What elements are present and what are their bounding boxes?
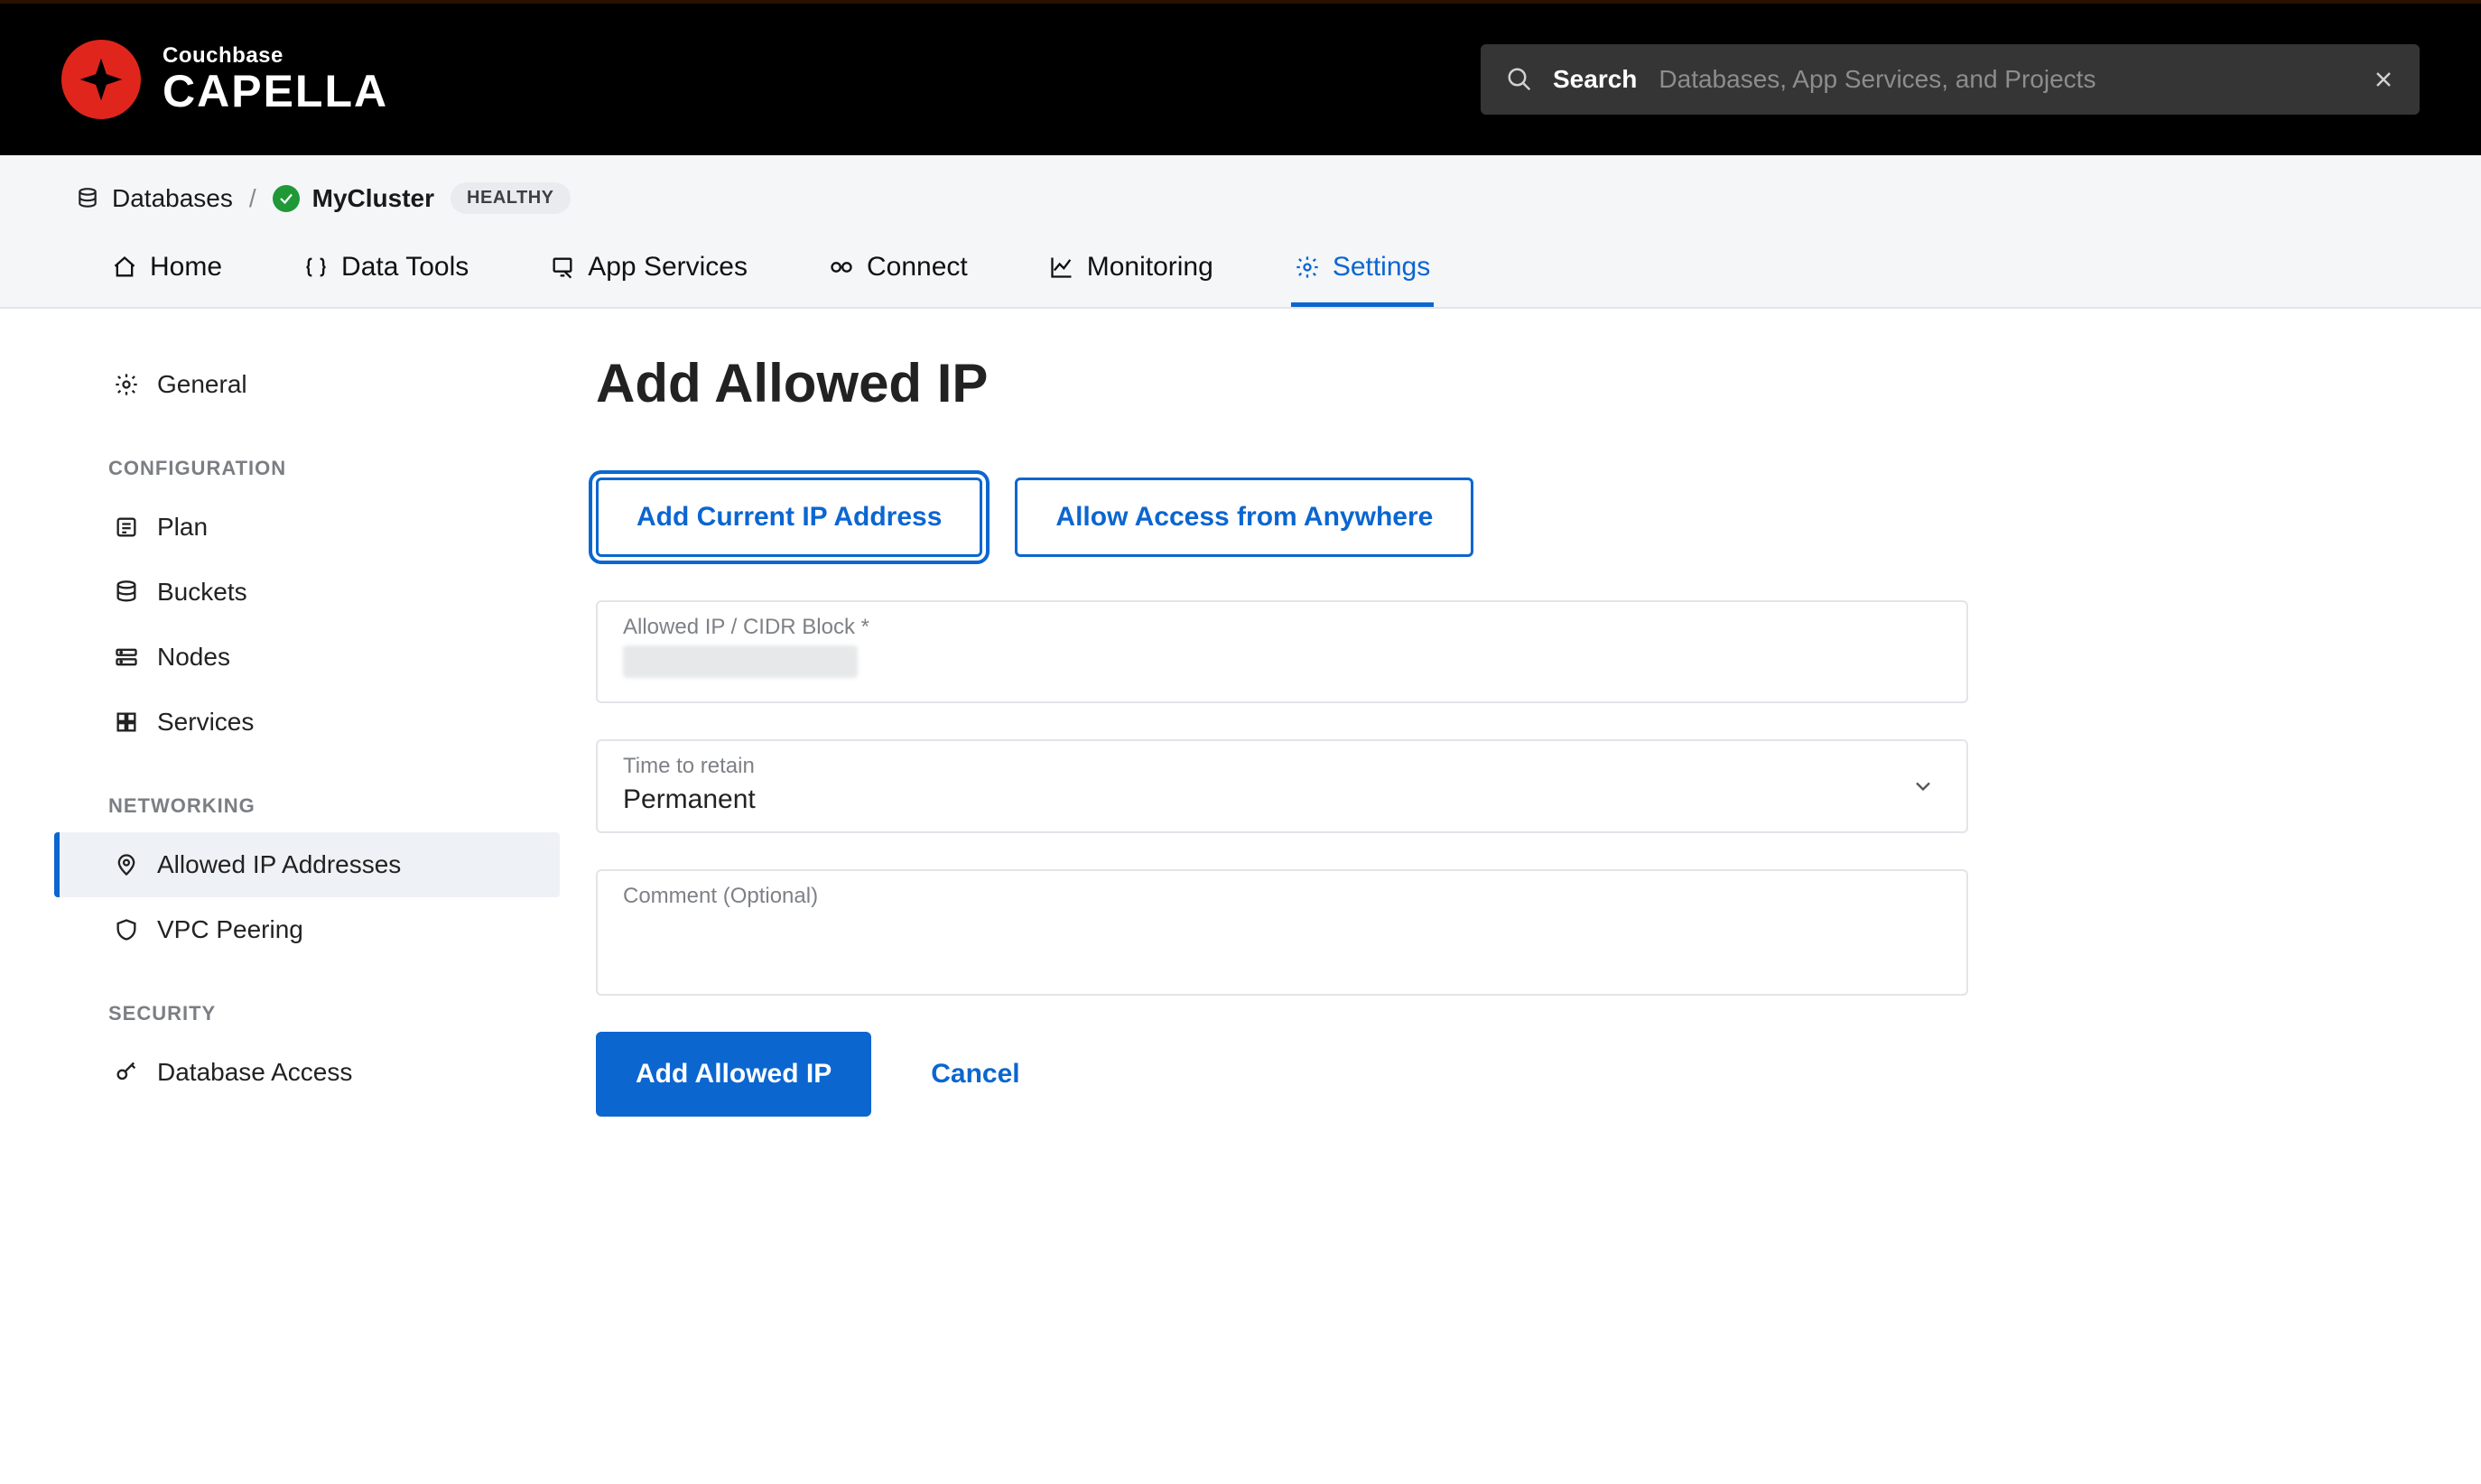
sidebar-item-label: Database Access xyxy=(157,1058,352,1087)
gear-icon xyxy=(1295,255,1320,280)
add-allowed-ip-button[interactable]: Add Allowed IP xyxy=(596,1032,871,1117)
status-check-icon xyxy=(273,185,300,212)
sidebar-item-label: Plan xyxy=(157,513,208,542)
gear-icon xyxy=(114,372,139,397)
global-search[interactable]: Search xyxy=(1481,44,2420,115)
tab-label: Monitoring xyxy=(1087,252,1213,283)
sidebar-item-vpc-peering[interactable]: VPC Peering xyxy=(54,897,560,962)
allowed-ip-label: Allowed IP / CIDR Block * xyxy=(623,615,1941,640)
tab-data-tools[interactable]: Data Tools xyxy=(300,252,472,307)
tab-label: Home xyxy=(150,252,222,283)
add-current-ip-button[interactable]: Add Current IP Address xyxy=(596,478,982,557)
breadcrumb-root[interactable]: Databases xyxy=(76,184,233,213)
time-to-retain-value: Permanent xyxy=(623,784,1941,815)
database-icon xyxy=(114,580,139,605)
breadcrumb-cluster-label: MyCluster xyxy=(312,184,434,213)
clear-search-icon[interactable] xyxy=(2373,69,2394,90)
search-input[interactable] xyxy=(1657,64,2353,95)
sidebar-item-services[interactable]: Services xyxy=(54,690,560,755)
page-title: Add Allowed IP xyxy=(596,352,1968,414)
brand-large: CAPELLA xyxy=(163,69,388,114)
sidebar-item-label: General xyxy=(157,370,247,399)
breadcrumb-cluster[interactable]: MyCluster xyxy=(273,184,434,213)
comment-field[interactable]: Comment (Optional) xyxy=(596,869,1968,996)
cancel-button[interactable]: Cancel xyxy=(925,1058,1025,1090)
braces-icon xyxy=(303,255,329,280)
tab-app-services[interactable]: App Services xyxy=(546,252,751,307)
content: Add Allowed IP Add Current IP Address Al… xyxy=(596,352,1968,1117)
allow-anywhere-button[interactable]: Allow Access from Anywhere xyxy=(1015,478,1473,557)
brand-small: Couchbase xyxy=(163,45,388,67)
sidebar-item-allowed-ip[interactable]: Allowed IP Addresses xyxy=(54,832,560,897)
quick-action-row: Add Current IP Address Allow Access from… xyxy=(596,478,1968,557)
tab-monitoring[interactable]: Monitoring xyxy=(1045,252,1217,307)
sidebar-item-buckets[interactable]: Buckets xyxy=(54,560,560,625)
sidebar-item-label: Services xyxy=(157,708,254,737)
tab-settings[interactable]: Settings xyxy=(1291,252,1434,307)
sidebar-group-networking: NETWORKING xyxy=(54,755,560,832)
sidebar-group-security: SECURITY xyxy=(54,962,560,1040)
pin-icon xyxy=(114,852,139,877)
list-icon xyxy=(114,515,139,540)
sidebar-item-plan[interactable]: Plan xyxy=(54,495,560,560)
breadcrumb-separator: / xyxy=(249,184,256,213)
database-icon xyxy=(76,187,99,210)
brand-mark-icon xyxy=(61,40,141,119)
link-icon xyxy=(829,255,854,280)
settings-sidebar: General CONFIGURATION Plan Buckets Nodes… xyxy=(54,352,560,1117)
tab-label: Connect xyxy=(867,252,968,283)
sidebar-item-label: Nodes xyxy=(157,643,230,672)
tab-home[interactable]: Home xyxy=(108,252,226,307)
brand-logo[interactable]: Couchbase CAPELLA xyxy=(61,40,388,119)
search-icon xyxy=(1506,66,1533,93)
shield-icon xyxy=(114,917,139,942)
form-actions: Add Allowed IP Cancel xyxy=(596,1032,1968,1117)
sidebar-item-label: Allowed IP Addresses xyxy=(157,850,401,879)
nodes-icon xyxy=(114,645,139,670)
sidebar-item-nodes[interactable]: Nodes xyxy=(54,625,560,690)
tab-label: Data Tools xyxy=(341,252,469,283)
tab-label: App Services xyxy=(588,252,748,283)
subheader: Databases / MyCluster HEALTHY Home Data … xyxy=(0,155,2481,309)
home-icon xyxy=(112,255,137,280)
key-icon xyxy=(114,1060,139,1085)
cluster-tabs: Home Data Tools App Services Connect Mon… xyxy=(0,223,2481,307)
status-badge: HEALTHY xyxy=(451,182,570,214)
brand-text: Couchbase CAPELLA xyxy=(163,45,388,114)
breadcrumb: Databases / MyCluster HEALTHY xyxy=(0,155,2481,223)
chevron-down-icon xyxy=(1910,774,1936,799)
allowed-ip-value-redacted xyxy=(623,645,858,678)
comment-label: Comment (Optional) xyxy=(623,884,1941,909)
main: General CONFIGURATION Plan Buckets Nodes… xyxy=(0,309,2481,1171)
sidebar-item-database-access[interactable]: Database Access xyxy=(54,1040,560,1105)
sidebar-item-general[interactable]: General xyxy=(54,352,560,417)
device-icon xyxy=(550,255,575,280)
sidebar-item-label: VPC Peering xyxy=(157,915,303,944)
top-header: Couchbase CAPELLA Search xyxy=(0,0,2481,155)
time-to-retain-field[interactable]: Time to retain Permanent xyxy=(596,739,1968,833)
search-label: Search xyxy=(1553,65,1637,94)
time-to-retain-label: Time to retain xyxy=(623,754,1941,779)
tab-connect[interactable]: Connect xyxy=(825,252,971,307)
breadcrumb-root-label: Databases xyxy=(112,184,233,213)
chart-icon xyxy=(1049,255,1074,280)
grid-icon xyxy=(114,710,139,735)
sidebar-item-label: Buckets xyxy=(157,578,247,607)
sidebar-group-configuration: CONFIGURATION xyxy=(54,417,560,495)
allowed-ip-field[interactable]: Allowed IP / CIDR Block * xyxy=(596,600,1968,703)
tab-label: Settings xyxy=(1333,252,1430,283)
